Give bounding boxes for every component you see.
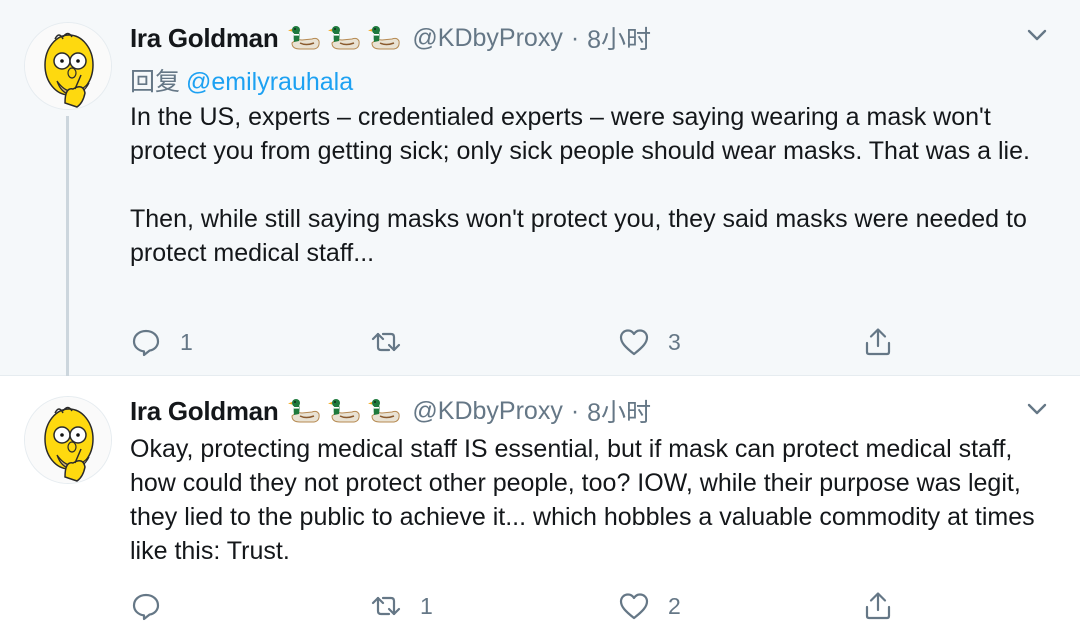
retweet-count: 1 <box>420 592 433 619</box>
chevron-down-icon[interactable] <box>1024 22 1050 48</box>
duck-emoji-icon <box>288 397 322 425</box>
like-button[interactable]: 2 <box>618 588 681 624</box>
author-handle[interactable]: @KDbyProxy <box>412 397 562 426</box>
retweet-button[interactable]: 1 <box>370 588 433 624</box>
duck-emoji-icon <box>328 24 362 52</box>
author-name[interactable]: Ira Goldman <box>130 23 279 54</box>
tweet-paragraph: Then, while still saying masks won't pro… <box>130 205 1027 267</box>
tweet-header: Ira Goldman @KDbyProxy · 8小时 <box>130 20 651 56</box>
retweet-button[interactable] <box>370 324 420 360</box>
share-button[interactable] <box>862 324 894 360</box>
name-emoji-group <box>288 24 402 52</box>
action-bar: 1 3 <box>130 324 1060 360</box>
mention-link[interactable]: @emilyrauhala <box>186 68 353 96</box>
tweet-paragraph: In the US, experts – credentialed expert… <box>130 103 1030 165</box>
avatar[interactable] <box>24 396 112 484</box>
tweet-header: Ira Goldman @KDbyProxy · 8小时 <box>130 393 651 429</box>
share-button[interactable] <box>862 588 894 624</box>
like-button[interactable]: 3 <box>618 324 681 360</box>
duck-emoji-icon <box>368 24 402 52</box>
tweet-text: Okay, protecting medical staff IS essent… <box>130 432 1060 568</box>
replying-prefix: 回复 <box>130 68 181 96</box>
reply-count: 1 <box>180 328 193 355</box>
share-icon <box>862 590 894 622</box>
like-count: 2 <box>668 592 681 619</box>
retweet-icon <box>370 326 402 358</box>
duck-emoji-icon <box>288 24 322 52</box>
reply-button[interactable]: 1 <box>130 324 193 360</box>
reply-icon <box>130 590 162 622</box>
tweet-paragraph: Okay, protecting medical staff IS essent… <box>130 435 1035 565</box>
tweet[interactable]: Ira Goldman @KDbyProxy · 8小时 回复 @emilyrau… <box>0 0 1080 386</box>
retweet-icon <box>370 590 402 622</box>
action-bar: 1 2 <box>130 588 1060 624</box>
tweet[interactable]: Ira Goldman @KDbyProxy · 8小时 Okay, prote… <box>0 376 1080 641</box>
separator-dot: · <box>570 396 580 425</box>
author-name[interactable]: Ira Goldman <box>130 396 279 427</box>
author-handle[interactable]: @KDbyProxy <box>412 24 562 53</box>
chevron-down-icon[interactable] <box>1024 396 1050 422</box>
name-emoji-group <box>288 397 402 425</box>
like-count: 3 <box>668 328 681 355</box>
avatar[interactable] <box>24 22 112 110</box>
timestamp[interactable]: 8小时 <box>587 20 651 56</box>
thread-line <box>66 116 69 386</box>
reply-icon <box>130 326 162 358</box>
heart-icon <box>618 326 650 358</box>
replying-to: 回复 @emilyrauhala <box>130 62 353 98</box>
reply-button[interactable] <box>130 588 180 624</box>
share-icon <box>862 326 894 358</box>
heart-icon <box>618 590 650 622</box>
duck-emoji-icon <box>368 397 402 425</box>
tweet-text: In the US, experts – credentialed expert… <box>130 100 1060 270</box>
duck-emoji-icon <box>328 397 362 425</box>
separator-dot: · <box>570 23 580 52</box>
timestamp[interactable]: 8小时 <box>587 393 651 429</box>
